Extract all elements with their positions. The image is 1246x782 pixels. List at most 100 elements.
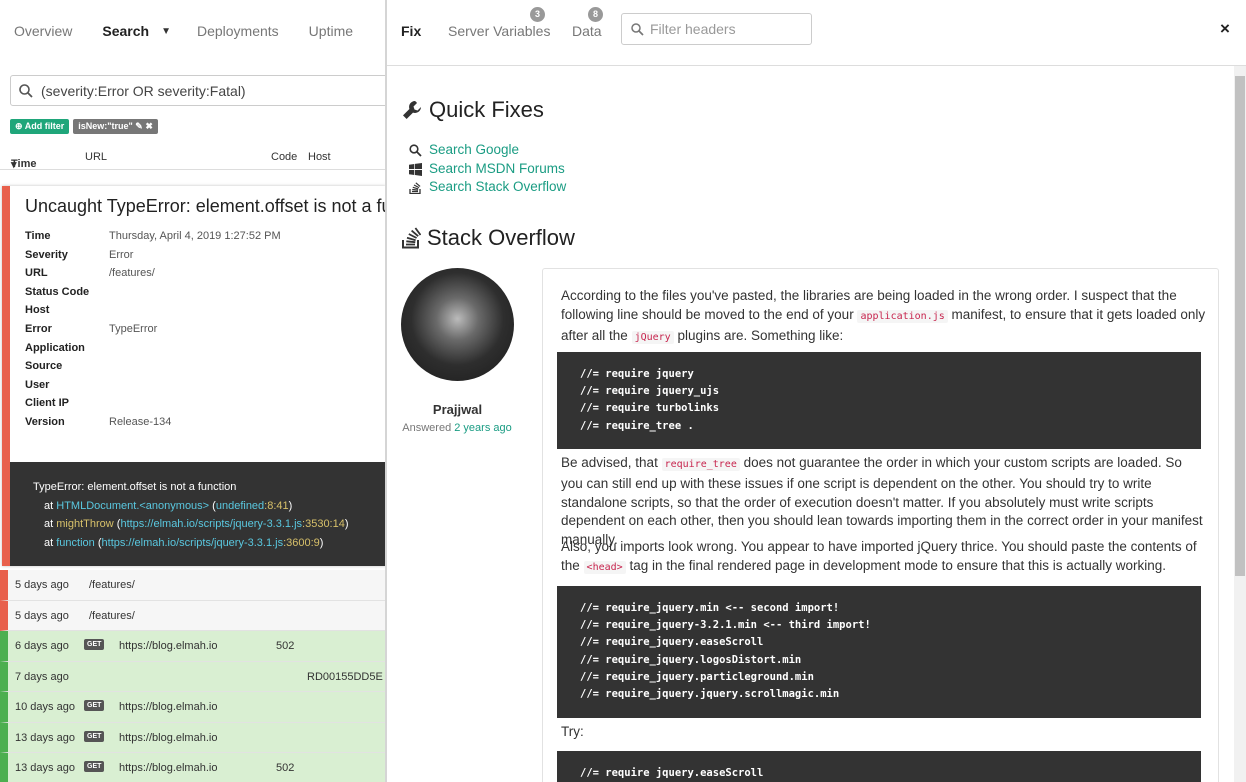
table-row[interactable]: 13 days ago GET https://blog.elmah.io xyxy=(0,722,386,753)
chevron-down-icon[interactable]: ▼ xyxy=(161,26,171,37)
answer-author[interactable]: Prajjwal xyxy=(401,402,514,417)
detail-panel: Fix Server Variables 3 Data 8 Filter hea… xyxy=(387,0,1246,782)
quick-fixes-list: Search Google Search MSDN Forums Search … xyxy=(409,141,566,197)
frame-location: :8:41 xyxy=(264,499,289,512)
frame-function: function xyxy=(56,536,95,549)
search-stackoverflow-link[interactable]: Search Stack Overflow xyxy=(409,178,566,197)
frame-file[interactable]: https://elmah.io/scripts/jquery-3.3.1.js xyxy=(102,537,284,549)
field-value: /features/ xyxy=(109,267,155,280)
close-icon[interactable]: × xyxy=(1220,19,1230,39)
table-row[interactable]: 13 days ago GET https://blog.elmah.io 50… xyxy=(0,753,386,782)
field-label: User xyxy=(25,378,50,391)
field-label: Time xyxy=(25,230,51,242)
frame-location: :3530:14 xyxy=(302,518,345,530)
avatar xyxy=(401,268,514,381)
row-time: 13 days ago xyxy=(15,762,75,774)
filter-chip-isnew[interactable]: isNew:"true" ✎ ✖ xyxy=(73,119,158,134)
code-block: //= require jquery //= require jquery_uj… xyxy=(557,352,1201,449)
frame-location: :3600:9 xyxy=(283,536,320,549)
row-url: /features/ xyxy=(89,609,135,622)
frame-paren: ) xyxy=(344,518,349,530)
server-variables-count-badge: 3 xyxy=(530,7,545,22)
frame-file[interactable]: undefined xyxy=(216,500,264,512)
stack-frame: at mightThrow (https://elmah.io/scripts/… xyxy=(33,515,386,534)
tab-data[interactable]: Data xyxy=(572,23,602,39)
frame-function: HTMLDocument.<anonymous> xyxy=(56,499,210,512)
table-row[interactable]: 10 days ago GET https://blog.elmah.io xyxy=(0,692,386,723)
frame-at: at xyxy=(44,499,54,512)
link-label: Search Stack Overflow xyxy=(429,179,567,195)
nav-search[interactable]: Search xyxy=(102,23,149,39)
inline-code: jQuery xyxy=(631,330,674,344)
code-block: //= require_jquery.min <-- second import… xyxy=(557,586,1201,718)
close-icon[interactable]: ✖ xyxy=(145,121,153,131)
search-query-input[interactable]: (severity:Error OR severity:Fatal) xyxy=(10,75,386,106)
field-label: Application xyxy=(25,341,85,354)
table-row[interactable]: 6 days ago GET https://blog.elmah.io 502 xyxy=(0,631,386,662)
search-query-text: (severity:Error OR severity:Fatal) xyxy=(41,82,246,99)
stack-frame: at function (https://elmah.io/scripts/jq… xyxy=(33,534,386,553)
stackoverflow-icon xyxy=(409,182,421,195)
method-badge: GET xyxy=(84,761,105,772)
row-time: 5 days ago xyxy=(15,579,69,591)
nav-uptime[interactable]: Uptime xyxy=(309,23,353,39)
method-badge: GET xyxy=(84,639,105,650)
table-row[interactable]: 5 days ago /features/ xyxy=(0,570,386,601)
stack-trace-head: TypeError: element.offset is not a funct… xyxy=(33,481,237,493)
row-time: 13 days ago xyxy=(15,731,75,744)
inline-code: require_tree xyxy=(661,458,740,471)
row-time: 6 days ago xyxy=(15,640,69,652)
google-search-icon xyxy=(409,144,422,157)
tab-fix[interactable]: Fix xyxy=(401,23,421,39)
answered-when-link[interactable]: 2 years ago xyxy=(454,422,511,434)
add-filter-button[interactable]: ⊕ Add filter xyxy=(10,119,70,134)
text: plugins are. Something like: xyxy=(677,327,844,343)
filter-chip-label: isNew:"true" xyxy=(78,121,133,131)
frame-file[interactable]: https://elmah.io/scripts/jquery-3.3.1.js xyxy=(120,518,302,530)
search-google-link[interactable]: Search Google xyxy=(409,141,566,160)
field-label: Client IP xyxy=(25,397,70,410)
answer-paragraph: Try: xyxy=(561,724,584,739)
field-label: Host xyxy=(25,304,50,317)
row-url: https://blog.elmah.io xyxy=(119,762,218,774)
tab-server-variables[interactable]: Server Variables xyxy=(448,23,550,39)
row-time: 7 days ago xyxy=(15,670,69,683)
windows-icon xyxy=(409,162,422,176)
field-label: Source xyxy=(25,360,63,373)
answer-body: According to the files you've pasted, th… xyxy=(542,268,1219,782)
code-block: //= require jquery.easeScroll xyxy=(557,751,1201,782)
edit-icon[interactable]: ✎ xyxy=(135,121,143,131)
table-row[interactable]: 7 days ago RD00155DD5E xyxy=(0,661,386,692)
answer-paragraph: According to the files you've pasted, th… xyxy=(561,287,1206,347)
stack-trace: TypeError: element.offset is not a funct… xyxy=(2,462,386,566)
scrollbar-thumb[interactable] xyxy=(1235,76,1245,576)
row-time: 5 days ago xyxy=(15,609,69,622)
field-value: Error xyxy=(109,248,134,261)
error-detail-card: Uncaught TypeError: element.offset is no… xyxy=(2,186,386,566)
search-msdn-link[interactable]: Search MSDN Forums xyxy=(409,160,566,179)
row-url: https://blog.elmah.io xyxy=(119,640,218,652)
nav-deployments[interactable]: Deployments xyxy=(197,23,279,39)
link-label: Search MSDN Forums xyxy=(429,160,565,176)
table-row[interactable]: 5 days ago /features/ xyxy=(0,600,386,631)
app: Overview Search ▼ Deployments Uptime (se… xyxy=(0,0,1246,782)
answer-paragraph: Also, you imports look wrong. You appear… xyxy=(561,538,1206,578)
filter-chips: ⊕ Add filter isNew:"true" ✎ ✖ xyxy=(10,119,158,134)
frame-function: mightThrow xyxy=(56,518,114,530)
col-host: Host xyxy=(308,151,331,163)
nav-overview[interactable]: Overview xyxy=(14,23,72,39)
row-code: 502 xyxy=(276,640,295,652)
search-icon xyxy=(631,23,644,36)
panel-tabs: Fix Server Variables 3 Data 8 Filter hea… xyxy=(387,0,1246,66)
filter-headers-placeholder: Filter headers xyxy=(650,21,736,37)
search-icon xyxy=(19,83,33,98)
filter-headers-input[interactable]: Filter headers xyxy=(621,13,812,45)
frame-paren: ) xyxy=(319,536,324,549)
row-code: 502 xyxy=(276,762,295,774)
field-label: Status Code xyxy=(25,285,90,298)
stack-frame: at HTMLDocument.<anonymous> (undefined:8… xyxy=(33,497,386,516)
field-value: Thursday, April 4, 2019 1:27:52 PM xyxy=(109,230,281,242)
scrollbar[interactable] xyxy=(1234,66,1246,782)
row-url: https://blog.elmah.io xyxy=(119,701,218,713)
answer-paragraph: Be advised, that require_tree does not g… xyxy=(561,454,1206,550)
